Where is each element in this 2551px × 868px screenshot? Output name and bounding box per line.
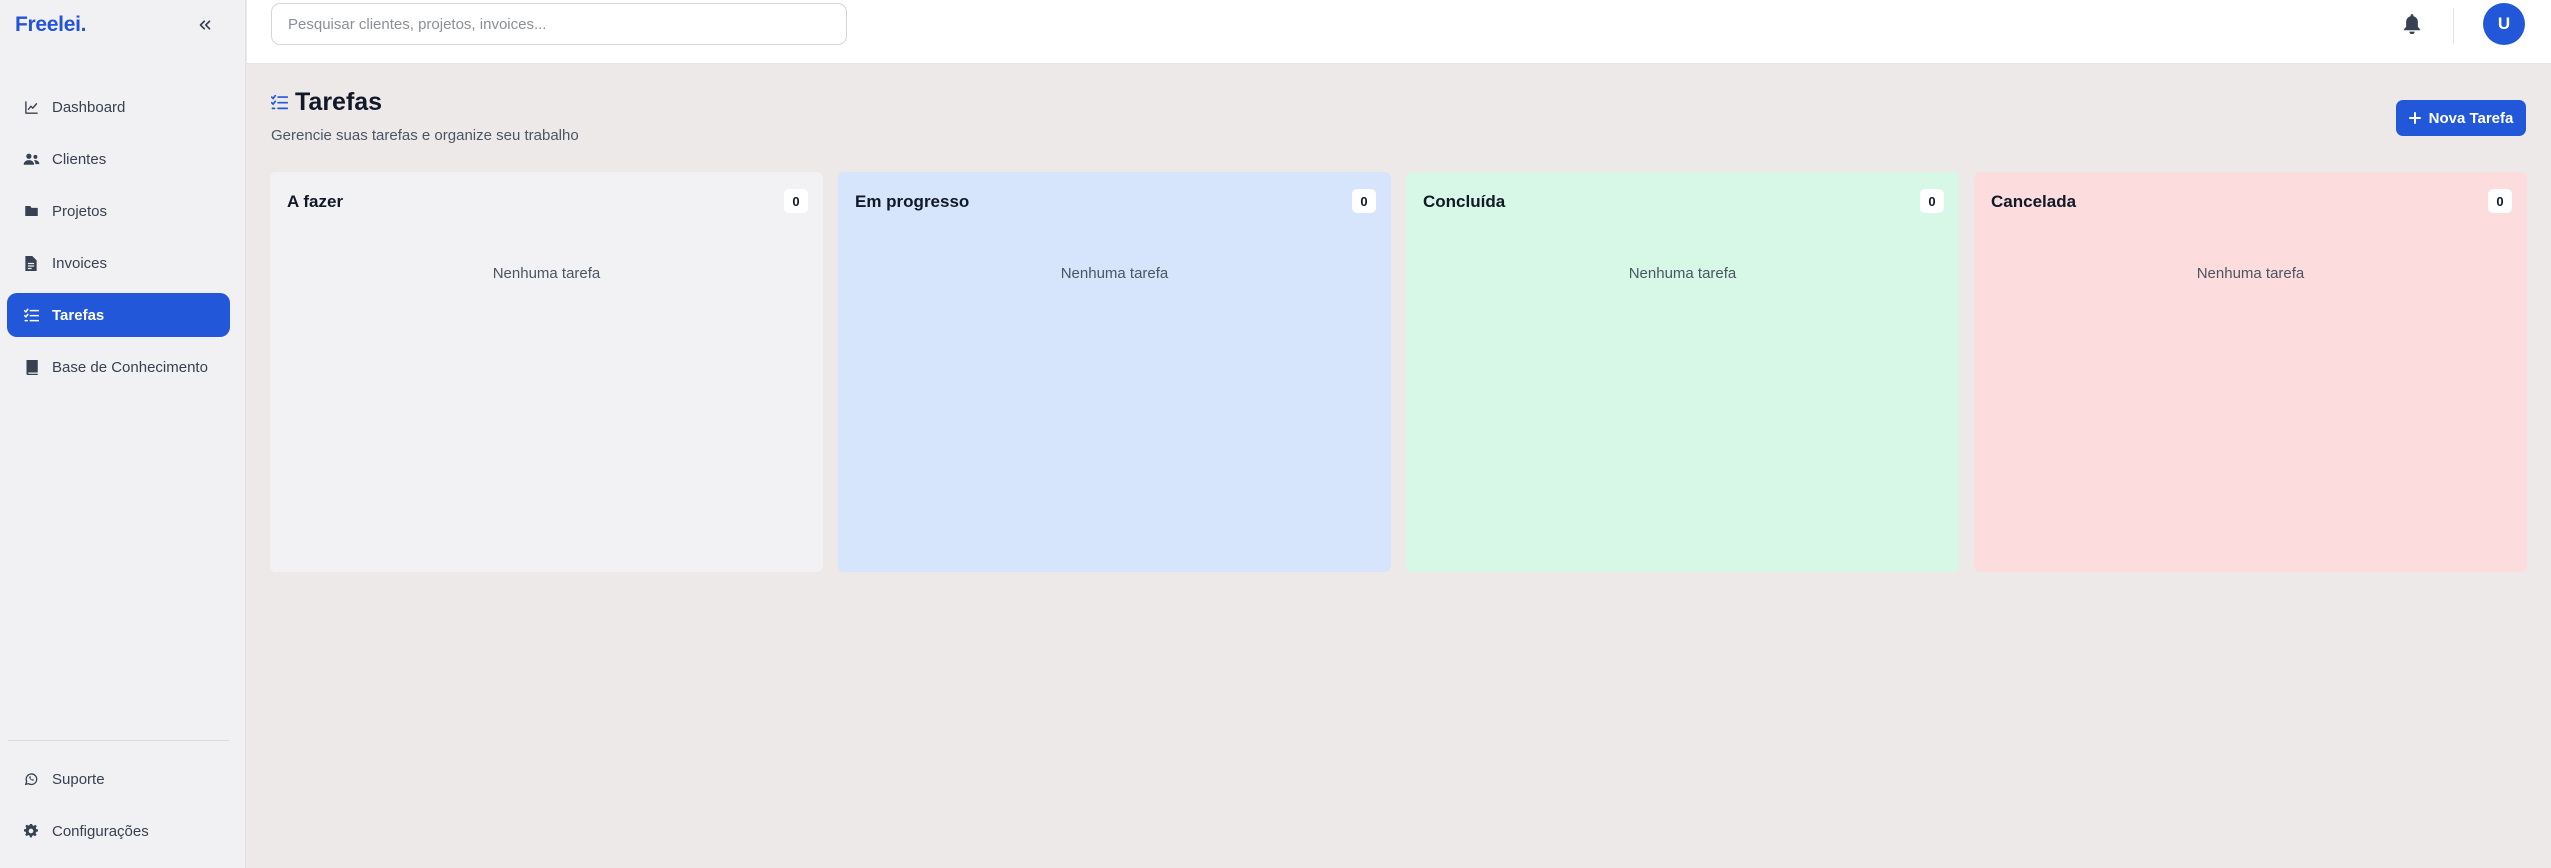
kanban-board: A fazer 0 Nenhuma tarefa Em progresso 0 …	[270, 172, 2527, 572]
sidebar-item-tarefas[interactable]: Tarefas	[7, 293, 230, 337]
notifications-button[interactable]	[2399, 11, 2425, 37]
folder-icon	[22, 202, 40, 220]
tasks-list-icon	[22, 306, 40, 324]
sidebar-item-suporte[interactable]: Suporte	[7, 757, 230, 801]
sidebar-item-label: Tarefas	[52, 306, 105, 324]
sidebar-item-label: Suporte	[52, 770, 105, 788]
file-invoice-icon	[22, 254, 40, 272]
sidebar: Freelei. Dashboard Clientes Projetos Inv…	[0, 0, 246, 868]
column-count-badge: 0	[2488, 189, 2512, 213]
sidebar-item-label: Dashboard	[52, 98, 126, 116]
column-title: Em progresso	[855, 192, 970, 211]
sidebar-item-label: Clientes	[52, 150, 107, 168]
new-task-label: Nova Tarefa	[2428, 109, 2514, 127]
empty-state-text: Nenhuma tarefa	[1628, 265, 1737, 282]
page-title: Tarefas	[295, 88, 383, 116]
tasks-list-icon	[270, 94, 289, 112]
topbar: U	[247, 0, 2551, 64]
gear-icon	[22, 822, 40, 840]
chevrons-left-icon	[199, 20, 211, 30]
column-concluida[interactable]: Concluída 0 Nenhuma tarefa	[1406, 172, 1959, 572]
sidebar-item-label: Base de Conhecimento	[52, 358, 208, 376]
plus-icon	[2408, 112, 2421, 124]
empty-state-text: Nenhuma tarefa	[1060, 265, 1169, 282]
sidebar-nav: Dashboard Clientes Projetos Invoices Tar…	[7, 85, 230, 397]
sidebar-item-configuracoes[interactable]: Configurações	[7, 809, 230, 853]
users-icon	[22, 150, 40, 168]
sidebar-item-label: Projetos	[52, 202, 108, 220]
column-cancelada[interactable]: Cancelada 0 Nenhuma tarefa	[1974, 172, 2527, 572]
empty-state-text: Nenhuma tarefa	[492, 265, 601, 282]
topbar-divider	[2453, 8, 2454, 44]
sidebar-item-label: Invoices	[52, 254, 108, 272]
avatar[interactable]: U	[2483, 3, 2525, 45]
column-title: A fazer	[287, 192, 344, 211]
column-count-badge: 0	[1920, 189, 1944, 213]
empty-state-text: Nenhuma tarefa	[2196, 265, 2305, 282]
collapse-sidebar-button[interactable]	[192, 12, 218, 38]
whatsapp-icon	[22, 770, 40, 788]
page-subtitle: Gerencie suas tarefas e organize seu tra…	[271, 127, 579, 144]
sidebar-item-base-de-conhecimento[interactable]: Base de Conhecimento	[7, 345, 230, 389]
column-count-badge: 0	[784, 189, 808, 213]
sidebar-item-invoices[interactable]: Invoices	[7, 241, 230, 285]
book-icon	[22, 358, 40, 376]
app-logo[interactable]: Freelei.	[15, 13, 86, 37]
sidebar-item-dashboard[interactable]: Dashboard	[7, 85, 230, 129]
page-header: Tarefas Gerencie suas tarefas e organize…	[270, 88, 579, 144]
chart-line-icon	[22, 98, 40, 116]
new-task-button[interactable]: Nova Tarefa	[2396, 100, 2526, 136]
sidebar-item-clientes[interactable]: Clientes	[7, 137, 230, 181]
bell-icon	[2403, 14, 2421, 34]
column-title: Cancelada	[1991, 192, 2077, 211]
column-a-fazer[interactable]: A fazer 0 Nenhuma tarefa	[270, 172, 823, 572]
column-count-badge: 0	[1352, 189, 1376, 213]
sidebar-footer-nav: Suporte Configurações	[7, 757, 230, 861]
sidebar-item-projetos[interactable]: Projetos	[7, 189, 230, 233]
sidebar-item-label: Configurações	[52, 822, 149, 840]
sidebar-divider	[8, 740, 229, 741]
column-title: Concluída	[1423, 192, 1506, 211]
search-input[interactable]	[271, 3, 847, 45]
column-em-progresso[interactable]: Em progresso 0 Nenhuma tarefa	[838, 172, 1391, 572]
